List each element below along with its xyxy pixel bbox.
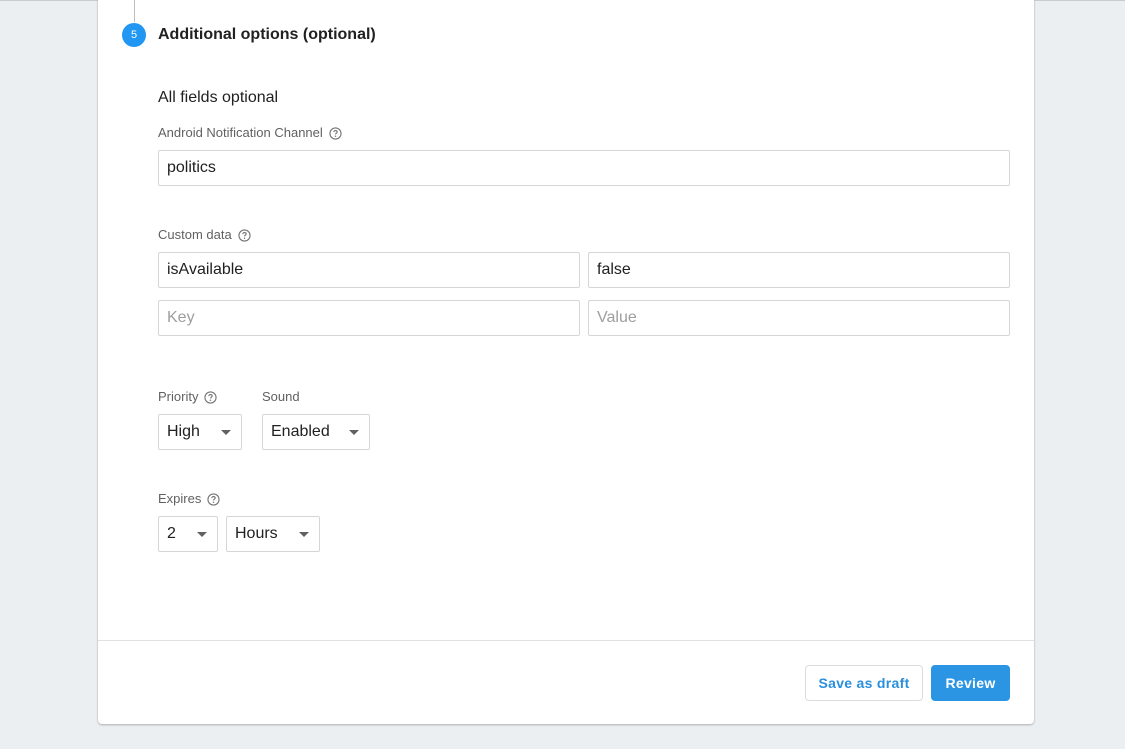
custom-data-value-input[interactable]: false	[588, 252, 1010, 288]
priority-label: Priority	[158, 389, 218, 405]
expires-amount-select[interactable]: 2	[158, 516, 218, 552]
expires-label-text: Expires	[158, 491, 202, 506]
custom-data-key-input[interactable]: isAvailable	[158, 252, 580, 288]
step-connector-line	[134, 0, 135, 22]
custom-data-label: Custom data	[158, 227, 251, 243]
custom-data-label-text: Custom data	[158, 227, 232, 242]
help-icon[interactable]	[238, 228, 251, 242]
priority-select[interactable]: High	[158, 414, 242, 450]
android-channel-label: Android Notification Channel	[158, 125, 342, 141]
sound-select[interactable]: Enabled	[262, 414, 370, 450]
review-button[interactable]: Review	[931, 665, 1010, 701]
caret-down-icon	[197, 532, 207, 537]
expires-label: Expires	[158, 491, 220, 507]
sound-label: Sound	[262, 389, 300, 405]
save-as-draft-button[interactable]: Save as draft	[805, 665, 923, 701]
expires-amount-value: 2	[167, 525, 176, 542]
expires-unit-select[interactable]: Hours	[226, 516, 320, 552]
help-icon[interactable]	[204, 390, 218, 404]
step-title[interactable]: Additional options (optional)	[158, 25, 376, 45]
priority-label-text: Priority	[158, 389, 199, 404]
section-subheading: All fields optional	[158, 89, 279, 106]
caret-down-icon	[299, 532, 309, 537]
priority-selected-value: High	[167, 423, 200, 440]
caret-down-icon	[349, 430, 359, 435]
sound-selected-value: Enabled	[271, 423, 330, 440]
custom-data-new-value-input[interactable]: Value	[588, 300, 1010, 336]
footer-divider	[98, 640, 1034, 641]
android-channel-input[interactable]: politics	[158, 150, 1010, 186]
expires-unit-value: Hours	[235, 525, 278, 542]
sound-label-text: Sound	[262, 389, 300, 404]
help-icon[interactable]	[329, 126, 342, 140]
help-icon[interactable]	[207, 492, 220, 506]
notification-composer-card: 5 Additional options (optional) All fiel…	[98, 0, 1034, 724]
custom-data-new-key-input[interactable]: Key	[158, 300, 580, 336]
step-number-badge: 5	[122, 23, 146, 47]
android-channel-label-text: Android Notification Channel	[158, 125, 323, 140]
caret-down-icon	[221, 430, 231, 435]
